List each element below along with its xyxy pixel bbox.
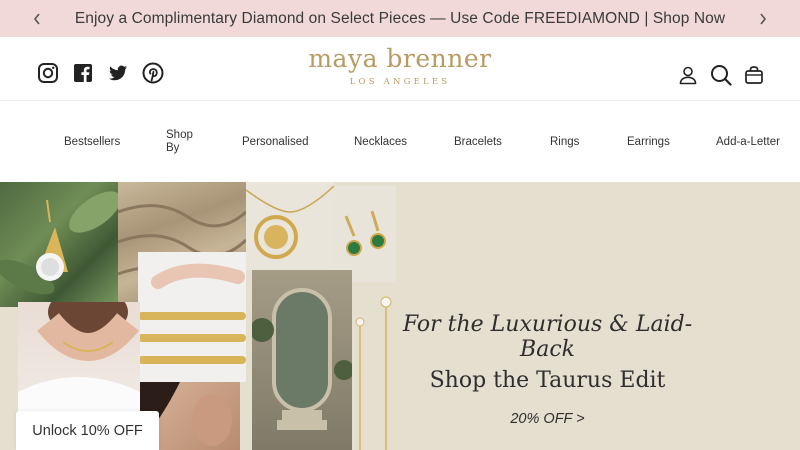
pendant-photo (246, 182, 334, 270)
leaf-photo (0, 182, 118, 307)
brand-logo[interactable]: maya brenner LOS ANGELES (300, 45, 500, 87)
hero-cta-link[interactable]: 20% OFF > (510, 411, 584, 427)
social-links (37, 62, 164, 84)
header-utilities (678, 64, 764, 86)
nav-item-earrings[interactable]: Earrings (627, 102, 670, 182)
nav-item-bracelets[interactable]: Bracelets (454, 102, 502, 182)
nav-item-bestsellers[interactable]: Bestsellers (64, 102, 120, 182)
nav-item-rings[interactable]: Rings (550, 102, 579, 182)
hero-copy: For the Luxurious & Laid-Back Shop the T… (380, 312, 715, 428)
hero-line-2: Shop the Taurus Edit (429, 368, 666, 393)
main-nav: Bestsellers Shop By Personalised Necklac… (0, 102, 800, 182)
nav-item-shop-by[interactable]: Shop By (166, 102, 202, 182)
search-icon[interactable] (710, 64, 732, 86)
announcement-message[interactable]: Enjoy a Complimentary Diamond on Select … (75, 10, 725, 28)
announcement-bar: Enjoy a Complimentary Diamond on Select … (0, 0, 800, 37)
emerald-earrings-photo (334, 186, 396, 282)
pinterest-icon[interactable] (142, 62, 164, 84)
nav-item-add-a-letter[interactable]: Add-a-Letter (716, 102, 780, 182)
facebook-icon[interactable] (72, 62, 94, 84)
chevron-right-icon[interactable] (748, 0, 778, 37)
brand-name: maya brenner (308, 44, 492, 73)
hero-line-1: For the Luxurious & Laid-Back (402, 312, 693, 362)
unlock-discount-button[interactable]: Unlock 10% OFF (16, 411, 159, 450)
brand-location: LOS ANGELES (349, 76, 451, 87)
twitter-icon[interactable] (107, 62, 129, 84)
nav-item-necklaces[interactable]: Necklaces (354, 102, 407, 182)
hero-collage (0, 182, 400, 450)
chevron-left-icon[interactable] (22, 0, 52, 37)
bag-icon[interactable] (744, 65, 764, 85)
bracelet-photo (138, 252, 246, 382)
pool-photo (252, 270, 352, 450)
instagram-icon[interactable] (37, 62, 59, 84)
site-header: maya brenner LOS ANGELES (0, 37, 800, 101)
hero-banner[interactable]: For the Luxurious & Laid-Back Shop the T… (0, 182, 800, 450)
account-icon[interactable] (678, 65, 698, 85)
nav-item-personalised[interactable]: Personalised (242, 102, 308, 182)
